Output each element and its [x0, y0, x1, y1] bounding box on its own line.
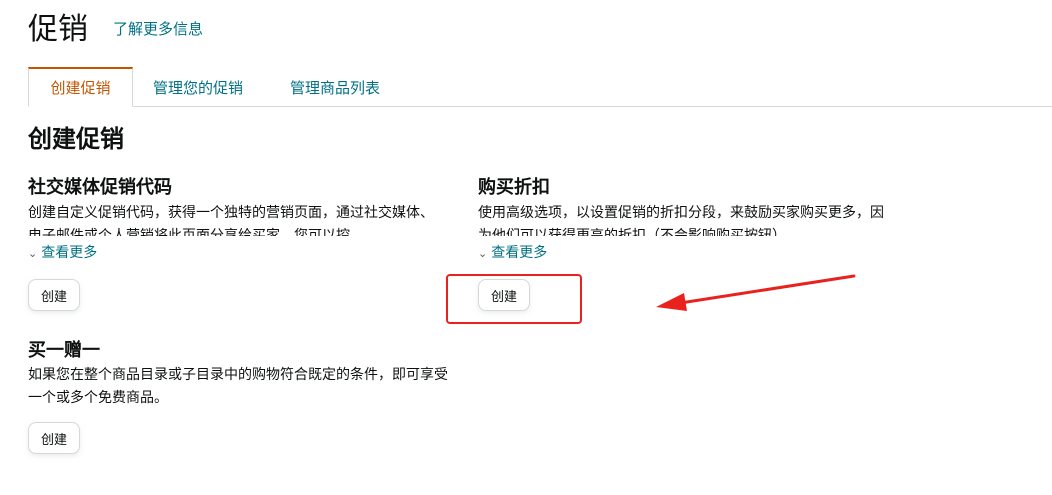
card-social-media-title: 社交媒体促销代码 [28, 177, 172, 198]
chevron-down-icon: ⌄ [28, 247, 38, 260]
tab-manage-promotions[interactable]: 管理您的促销 [153, 68, 243, 106]
card-purchase-discount-title: 购买折扣 [478, 177, 550, 198]
card-bogo-title: 买一赠一 [28, 340, 100, 361]
card-purchase-discount-see-more[interactable]: ⌄ 查看更多 [478, 242, 890, 264]
tab-manage-product-list[interactable]: 管理商品列表 [290, 68, 380, 106]
create-social-media-button[interactable]: 创建 [28, 279, 81, 311]
card-social-media-see-more[interactable]: ⌄ 查看更多 [28, 242, 440, 264]
learn-more-link[interactable]: 了解更多信息 [113, 18, 203, 39]
tab-bar: 创建促销 管理您的促销 管理商品列表 [28, 67, 1052, 107]
page-title: 促销 [28, 12, 88, 47]
annotation-arrow-icon [656, 274, 856, 311]
section-title: 创建促销 [28, 125, 124, 153]
card-social-media-description: 创建自定义促销代码，获得一个独特的营销页面，通过社交媒体、电子邮件或个人营销将此… [28, 205, 434, 236]
annotation-highlight-box [446, 274, 582, 324]
tab-create-promotion[interactable]: 创建促销 [28, 67, 133, 107]
create-bogo-button[interactable]: 创建 [28, 422, 81, 454]
see-more-label: 查看更多 [41, 245, 98, 261]
chevron-down-icon: ⌄ [478, 247, 488, 260]
see-more-label: 查看更多 [491, 245, 548, 261]
card-purchase-discount-description: 使用高级选项，以设置促销的折扣分段，来鼓励买家购买更多，因为他们可以获得更高的折… [478, 205, 884, 236]
card-bogo-description: 如果您在整个商品目录或子目录中的购物符合既定的条件，即可享受一个或多个免费商品。 [28, 367, 448, 406]
